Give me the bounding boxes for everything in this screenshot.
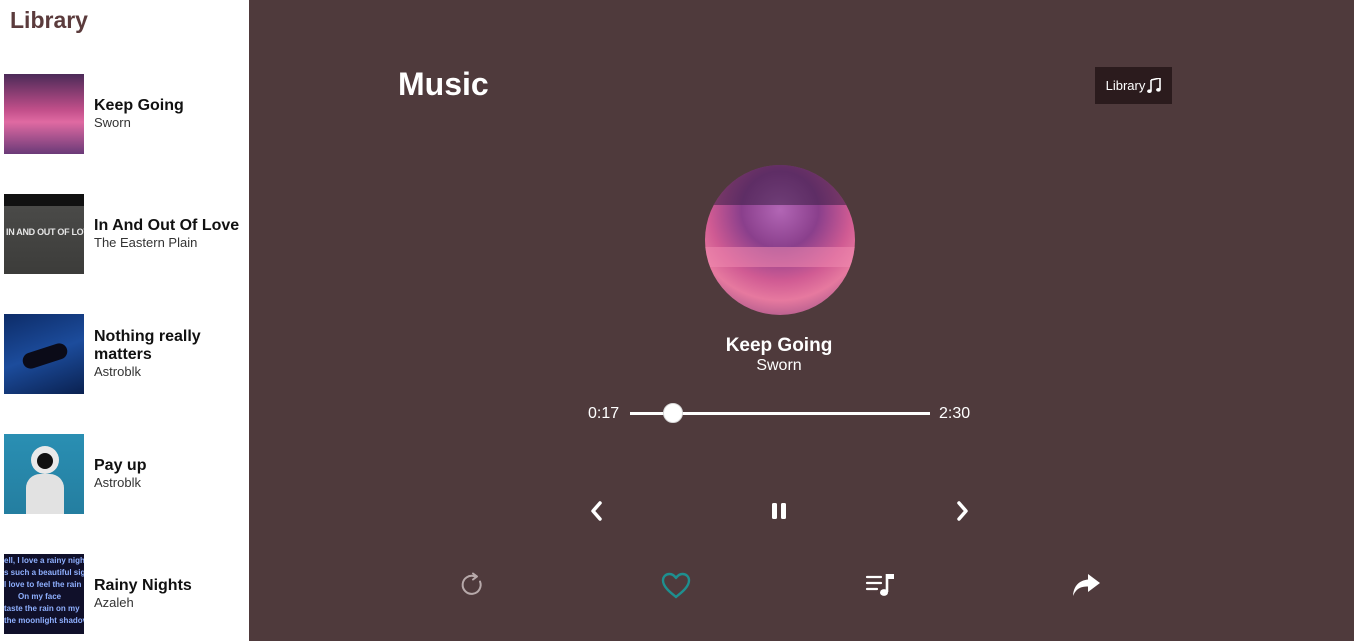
track-title: Keep Going (725, 335, 833, 356)
current-time: 0:17 (588, 405, 620, 422)
cover-lyric-line: the moonlight shadov (4, 616, 84, 625)
song-cover-art (4, 314, 84, 394)
player-panel: Music Library Keep Going Sworn 0:17 2:30 (249, 0, 1354, 641)
song-cover-art (4, 434, 84, 514)
song-cover-art: IN AND OUT OF LOVE (4, 194, 84, 274)
progress-slider[interactable] (630, 403, 930, 423)
cover-reflection (705, 247, 855, 267)
cover-lyric-line: ell, I love a rainy nigh (4, 556, 84, 565)
cover-lyric-line: l love to feel the rain (4, 580, 82, 589)
cover-text: IN AND OUT OF LOVE (6, 227, 84, 237)
chevron-left-icon (591, 501, 602, 521)
song-artist: Astroblk (94, 475, 141, 490)
song-artist: Astroblk (94, 364, 141, 379)
song-meta: In And Out Of Love The Eastern Plain (94, 217, 244, 251)
previous-button[interactable] (581, 496, 611, 526)
song-artist: The Eastern Plain (94, 235, 198, 250)
cover-lyric-line: On my face (18, 592, 62, 601)
playlist-button[interactable] (864, 568, 898, 602)
song-title: Rainy Nights (94, 577, 192, 594)
song-title: Keep Going (94, 97, 184, 114)
library-sidebar: Library Keep Going Sworn IN AND OUT OF L… (0, 0, 249, 641)
progress-handle[interactable] (662, 403, 683, 423)
favorite-button[interactable] (659, 568, 693, 602)
album-cover (705, 165, 855, 315)
song-artist: Sworn (94, 115, 131, 130)
cover-lyrics: ell, I love a rainy nigh s such a beauti… (4, 554, 84, 634)
song-cover-art: ell, I love a rainy nigh s such a beauti… (4, 554, 84, 634)
chevron-right-icon (957, 501, 968, 521)
astronaut-visor (37, 453, 53, 469)
song-title: Nothing really matters (94, 328, 201, 363)
song-meta: Rainy Nights Azaleh (94, 577, 244, 611)
song-title: Pay up (94, 457, 147, 474)
library-button-label: Library (1105, 78, 1146, 93)
song-title: In And Out Of Love (94, 217, 240, 234)
cover-sky (705, 165, 855, 205)
library-song-item[interactable]: Pay up Astroblk (4, 434, 249, 514)
cover-figure (20, 341, 70, 371)
music-note-icon (1147, 77, 1162, 93)
page-title: Music (398, 66, 489, 102)
library-song-item[interactable]: ell, I love a rainy nigh s such a beauti… (4, 554, 249, 634)
next-button[interactable] (948, 496, 978, 526)
library-song-item[interactable]: Keep Going Sworn (4, 74, 249, 154)
library-song-item[interactable]: IN AND OUT OF LOVE In And Out Of Love Th… (4, 194, 249, 274)
pause-icon (772, 503, 786, 519)
song-meta: Pay up Astroblk (94, 457, 244, 491)
share-button[interactable] (1069, 568, 1103, 602)
song-cover-art (4, 74, 84, 154)
song-artist: Azaleh (94, 595, 134, 610)
song-meta: Nothing really matters Astroblk (94, 328, 244, 380)
total-time: 2:30 (939, 405, 971, 422)
repeat-button[interactable] (456, 568, 490, 602)
repeat-icon (461, 572, 482, 595)
playlist-icon (865, 574, 894, 596)
cover-lyric-line: s such a beautiful sig (4, 568, 84, 577)
song-meta: Keep Going Sworn (94, 97, 244, 131)
cover-lyric-line: taste the rain on my (4, 604, 80, 613)
share-icon (1073, 574, 1100, 596)
library-song-item[interactable]: Nothing really matters Astroblk (4, 314, 249, 394)
astronaut-body (26, 474, 64, 514)
sidebar-title: Library (10, 7, 88, 33)
track-artist: Sworn (756, 357, 802, 374)
play-pause-button[interactable] (764, 496, 794, 526)
library-toggle-button[interactable]: Library (1095, 67, 1172, 104)
heart-icon (661, 572, 691, 599)
